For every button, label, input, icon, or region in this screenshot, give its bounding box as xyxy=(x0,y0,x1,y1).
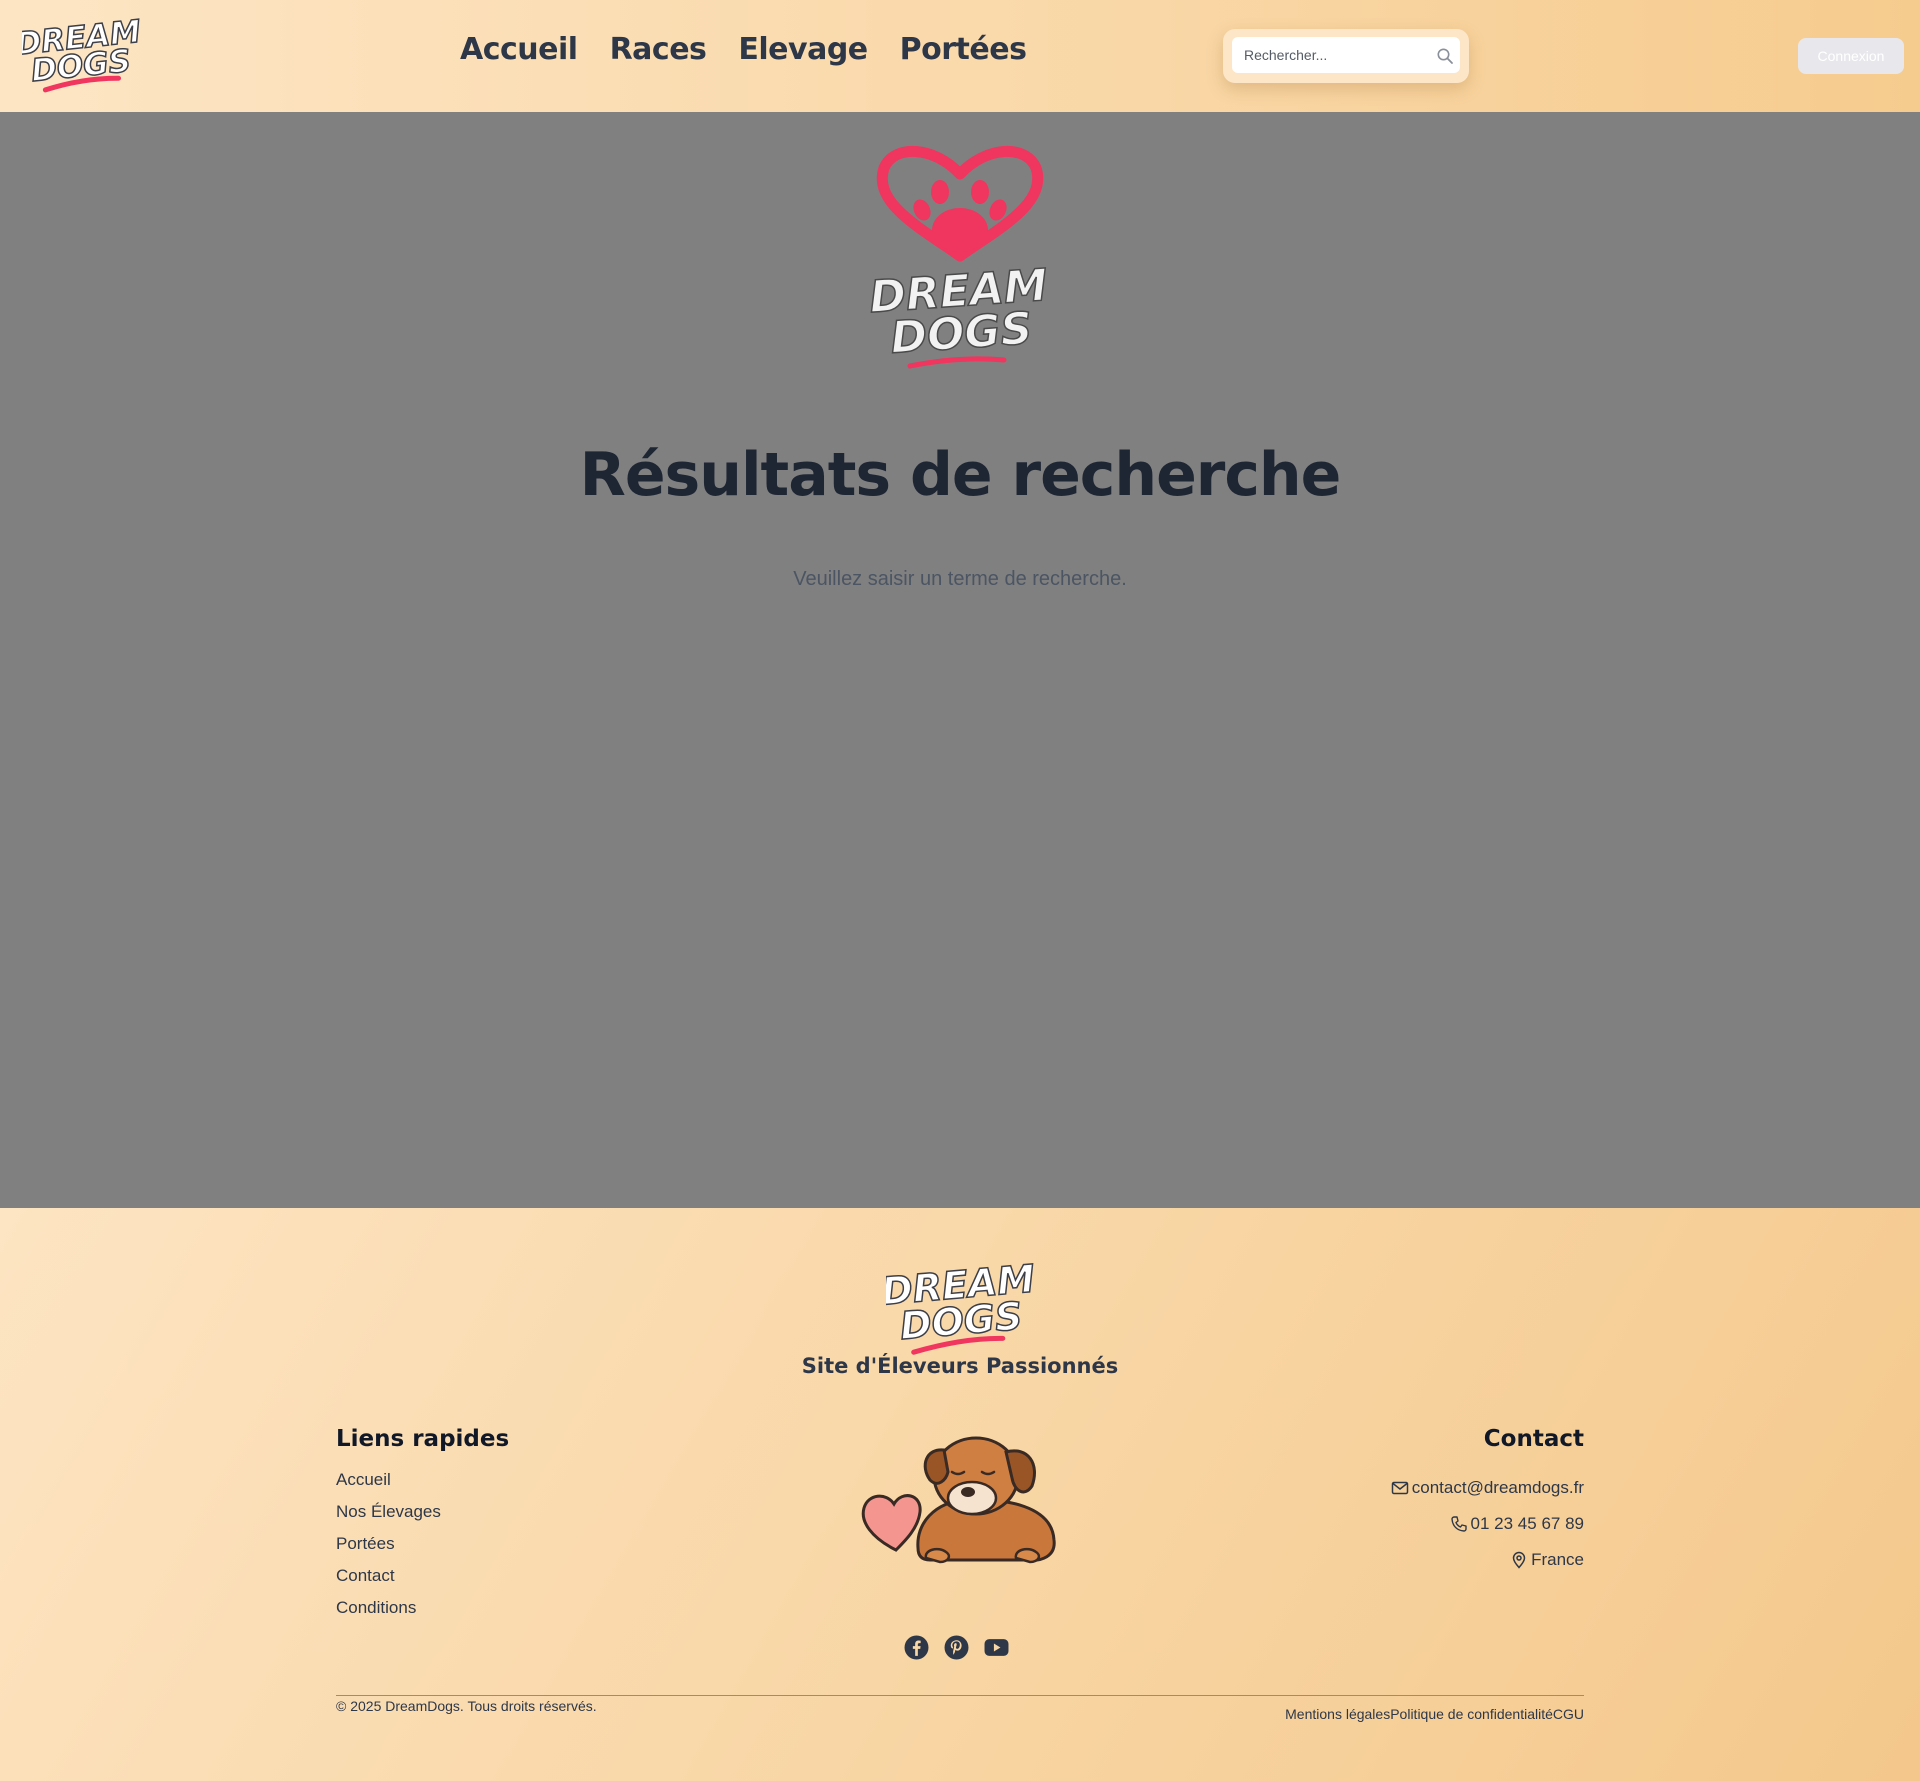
legal-mentions-link[interactable]: Mentions légales xyxy=(1285,1706,1390,1722)
footer-divider xyxy=(336,1695,1584,1696)
footer-link-conditions[interactable]: Conditions xyxy=(336,1598,416,1617)
nav-races[interactable]: Races xyxy=(610,32,707,67)
quick-links-title: Liens rapides xyxy=(336,1426,510,1452)
page-title: Résultats de recherche xyxy=(579,440,1342,510)
mail-icon xyxy=(1391,1481,1409,1495)
login-button[interactable]: Connexion xyxy=(1798,38,1904,74)
map-pin-icon xyxy=(1512,1551,1526,1569)
search-icon[interactable] xyxy=(1436,47,1454,65)
youtube-icon[interactable] xyxy=(984,1635,1009,1660)
main-content: DREAM DOGS Résultats de recherche Veuill… xyxy=(0,112,1920,1208)
legal-links: Mentions légales Politique de confidenti… xyxy=(1285,1706,1584,1722)
main-nav: Accueil Races Elevage Portées xyxy=(460,32,1027,67)
contact-section: Contact contact@dreamdogs.fr 01 23 45 67… xyxy=(1284,1426,1584,1578)
contact-phone-text: 01 23 45 67 89 xyxy=(1470,1514,1584,1533)
footer-logo: DREAM DOGS xyxy=(886,1258,1034,1355)
sleeping-puppy-illustration xyxy=(861,1436,1056,1564)
facebook-icon[interactable] xyxy=(904,1635,929,1660)
cgu-link[interactable]: CGU xyxy=(1553,1706,1584,1722)
site-header: DREAM DOGS Accueil Races Elevage Portées… xyxy=(0,0,1920,112)
dreamdogs-heart-paw-logo: DREAM DOGS xyxy=(867,145,1050,369)
footer-tagline: Site d'Éleveurs Passionnés xyxy=(801,1354,1119,1378)
pinterest-icon[interactable] xyxy=(944,1635,969,1660)
site-footer: DREAM DOGS Site d'Éleveurs Passionnés Li… xyxy=(0,1208,1920,1781)
contact-title: Contact xyxy=(1483,1426,1584,1452)
footer-link-contact[interactable]: Contact xyxy=(336,1566,395,1585)
dreamdogs-logo[interactable]: DREAM DOGS xyxy=(22,18,140,94)
contact-email[interactable]: contact@dreamdogs.fr xyxy=(1284,1470,1584,1506)
copyright: © 2025 DreamDogs. Tous droits réservés. xyxy=(336,1698,597,1714)
nav-portees[interactable]: Portées xyxy=(900,32,1027,67)
search-input[interactable] xyxy=(1232,37,1460,73)
footer-link-accueil[interactable]: Accueil xyxy=(336,1470,391,1489)
privacy-policy-link[interactable]: Politique de confidentialité xyxy=(1390,1706,1553,1722)
nav-elevage[interactable]: Elevage xyxy=(738,32,868,67)
contact-phone[interactable]: 01 23 45 67 89 xyxy=(1284,1506,1584,1542)
contact-location-text: France xyxy=(1531,1550,1584,1569)
svg-text:DOGS: DOGS xyxy=(889,303,1034,364)
quick-links-section: Liens rapides Accueil Nos Élevages Porté… xyxy=(336,1426,636,1630)
empty-search-message: Veuillez saisir un terme de recherche. xyxy=(793,568,1127,590)
nav-accueil[interactable]: Accueil xyxy=(460,32,578,67)
contact-email-text: contact@dreamdogs.fr xyxy=(1411,1478,1584,1497)
phone-icon xyxy=(1450,1516,1467,1532)
search-box xyxy=(1223,29,1469,83)
footer-link-portees[interactable]: Portées xyxy=(336,1534,395,1553)
footer-link-elevages[interactable]: Nos Élevages xyxy=(336,1502,441,1521)
contact-location: France xyxy=(1284,1542,1584,1578)
social-links xyxy=(904,1635,1009,1660)
